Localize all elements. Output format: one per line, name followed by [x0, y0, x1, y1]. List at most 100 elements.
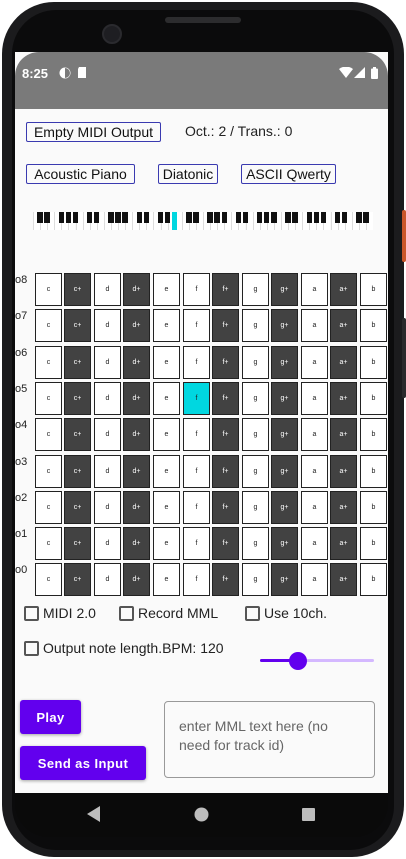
note-key-o0-c[interactable]: c	[35, 563, 62, 597]
note-key-o6-e[interactable]: e	[153, 345, 180, 379]
mini-black-key[interactable]	[115, 212, 121, 223]
note-key-o7-d[interactable]: d	[94, 309, 121, 343]
note-key-o8-g[interactable]: g	[242, 273, 269, 306]
note-key-o3-f+[interactable]: f+	[212, 454, 239, 488]
slider-thumb[interactable]	[288, 652, 307, 670]
mini-black-key[interactable]	[256, 212, 263, 223]
note-key-o4-f+[interactable]: f+	[212, 418, 239, 452]
note-key-o6-f[interactable]: f	[183, 345, 210, 379]
note-key-o4-c[interactable]: c	[35, 418, 62, 452]
note-key-o5-b[interactable]: b	[360, 381, 387, 415]
note-key-o5-c[interactable]: c	[35, 381, 62, 415]
note-key-o0-b[interactable]: b	[360, 563, 387, 597]
note-key-o6-c[interactable]: c	[35, 345, 62, 379]
checkbox-box[interactable]	[119, 605, 134, 621]
note-key-o8-a[interactable]: a	[301, 273, 328, 306]
note-key-o4-c+[interactable]: c+	[64, 418, 91, 452]
note-key-o0-d+[interactable]: d+	[123, 563, 150, 597]
mini-black-key[interactable]	[164, 212, 171, 223]
mini-black-key[interactable]	[341, 212, 348, 223]
send-as-input-button[interactable]: Send as Input	[20, 746, 146, 780]
note-key-o7-g[interactable]: g	[242, 309, 269, 343]
mini-black-key[interactable]	[37, 212, 43, 223]
note-key-o1-f[interactable]: f	[183, 527, 210, 561]
mini-black-key[interactable]	[143, 212, 150, 223]
use-10ch-checkbox[interactable]: Use 10ch.	[245, 605, 327, 621]
note-key-o8-e[interactable]: e	[153, 273, 180, 306]
mini-black-key[interactable]	[264, 212, 270, 223]
mini-black-key[interactable]	[193, 212, 199, 223]
note-key-o7-f[interactable]: f	[183, 309, 210, 343]
note-key-o0-f[interactable]: f	[183, 563, 210, 597]
note-key-o7-a[interactable]: a	[301, 309, 328, 343]
note-key-o4-b[interactable]: b	[360, 418, 387, 452]
note-key-o8-g+[interactable]: g+	[271, 273, 298, 306]
note-key-o3-f[interactable]: f	[183, 454, 210, 488]
note-key-o2-f+[interactable]: f+	[212, 490, 239, 524]
note-key-o4-e[interactable]: e	[153, 418, 180, 452]
note-key-o3-d+[interactable]: d+	[123, 454, 150, 488]
mini-black-key[interactable]	[207, 212, 213, 223]
mini-black-key[interactable]	[72, 212, 79, 223]
play-button[interactable]: Play	[20, 700, 81, 734]
note-key-o0-d[interactable]: d	[94, 563, 121, 597]
mini-black-key[interactable]	[242, 212, 249, 223]
note-key-o5-a+[interactable]: a+	[330, 381, 357, 415]
mini-black-key[interactable]	[86, 212, 93, 223]
note-key-o5-c+[interactable]: c+	[64, 381, 91, 415]
note-key-o5-f[interactable]: f	[183, 381, 210, 415]
note-key-o1-b[interactable]: b	[360, 527, 387, 561]
note-key-o0-g[interactable]: g	[242, 563, 269, 597]
note-key-o6-f+[interactable]: f+	[212, 345, 239, 379]
mini-black-key[interactable]	[271, 212, 277, 223]
note-key-o8-c+[interactable]: c+	[64, 273, 91, 306]
mini-black-key[interactable]	[214, 212, 220, 223]
note-key-o5-f+[interactable]: f+	[212, 381, 239, 415]
mini-black-key[interactable]	[356, 212, 362, 223]
mini-black-key[interactable]	[171, 212, 178, 230]
note-key-o5-d+[interactable]: d+	[123, 381, 150, 415]
note-key-o7-a+[interactable]: a+	[330, 309, 357, 343]
mini-black-key[interactable]	[306, 212, 312, 223]
note-key-o1-a[interactable]: a	[301, 527, 328, 561]
note-key-o1-a+[interactable]: a+	[330, 527, 357, 561]
mini-black-key[interactable]	[44, 212, 50, 223]
mini-black-key[interactable]	[334, 212, 341, 223]
note-key-o5-g+[interactable]: g+	[271, 381, 298, 415]
mini-black-key[interactable]	[292, 212, 298, 223]
mini-black-key[interactable]	[320, 212, 327, 223]
back-icon[interactable]	[87, 806, 101, 822]
note-key-o1-d[interactable]: d	[94, 527, 121, 561]
note-key-o2-c+[interactable]: c+	[64, 490, 91, 524]
note-key-o7-c+[interactable]: c+	[64, 309, 91, 343]
note-key-o4-a+[interactable]: a+	[330, 418, 357, 452]
note-key-o7-g+[interactable]: g+	[271, 309, 298, 343]
note-key-o5-a[interactable]: a	[301, 381, 328, 415]
note-key-o3-a+[interactable]: a+	[330, 454, 357, 488]
note-key-o2-d+[interactable]: d+	[123, 490, 150, 524]
bpm-slider[interactable]	[260, 652, 374, 670]
note-key-o5-g[interactable]: g	[242, 381, 269, 415]
note-key-o3-b[interactable]: b	[360, 454, 387, 488]
note-key-o8-d[interactable]: d	[94, 273, 121, 306]
note-key-o3-c[interactable]: c	[35, 454, 62, 488]
mini-black-key[interactable]	[136, 212, 142, 223]
note-key-o4-g[interactable]: g	[242, 418, 269, 452]
mini-black-key[interactable]	[65, 212, 72, 223]
mml-text-input[interactable]: enter MML text here (no need for track i…	[164, 701, 375, 778]
note-key-o8-d+[interactable]: d+	[123, 273, 150, 306]
note-key-o0-a[interactable]: a	[301, 563, 328, 597]
note-key-o2-a[interactable]: a	[301, 490, 328, 524]
instrument-button[interactable]: Acoustic Piano	[26, 164, 135, 184]
note-key-o8-c[interactable]: c	[35, 273, 62, 306]
note-key-o7-c[interactable]: c	[35, 309, 62, 343]
note-key-o1-g+[interactable]: g+	[271, 527, 298, 561]
note-key-o1-c[interactable]: c	[35, 527, 62, 561]
keyboard-layout-button[interactable]: ASCII Qwerty	[241, 164, 336, 184]
note-key-o2-e[interactable]: e	[153, 490, 180, 524]
note-key-o8-a+[interactable]: a+	[330, 273, 357, 306]
note-key-o0-e[interactable]: e	[153, 563, 180, 597]
midi2-checkbox[interactable]: MIDI 2.0	[24, 605, 96, 621]
note-key-o1-f+[interactable]: f+	[212, 527, 239, 561]
note-key-o6-b[interactable]: b	[360, 345, 387, 379]
